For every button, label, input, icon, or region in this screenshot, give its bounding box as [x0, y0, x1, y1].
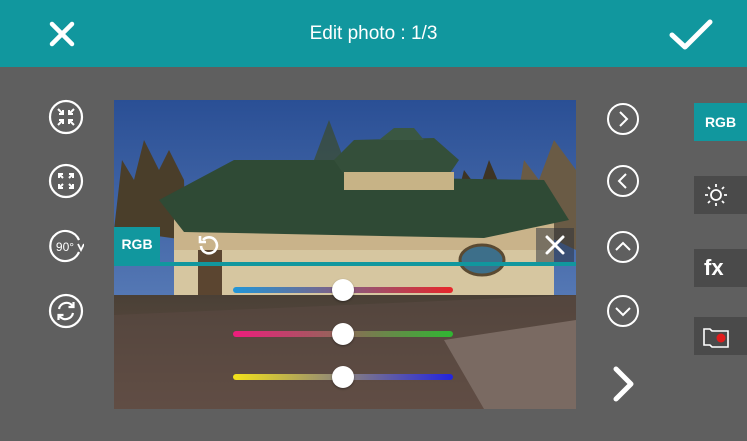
chevron-up-icon[interactable] — [606, 230, 640, 264]
close-panel-icon[interactable] — [536, 228, 574, 262]
rotate-90-label: 90° — [56, 240, 74, 254]
photo-canvas[interactable] — [114, 100, 576, 409]
refresh-icon[interactable] — [48, 293, 84, 329]
slider-knob-magenta-green[interactable] — [332, 323, 354, 345]
confirm-check-icon[interactable] — [668, 18, 714, 52]
chevron-down-icon[interactable] — [606, 294, 640, 328]
chevron-left-icon[interactable] — [606, 164, 640, 198]
next-arrow-icon[interactable] — [608, 365, 638, 403]
rgb-tab[interactable]: RGB — [114, 227, 160, 262]
expand-arrows-icon[interactable] — [48, 163, 84, 199]
rotate-90-icon: 90° — [49, 229, 85, 263]
slider-knob-cyan-red[interactable] — [332, 279, 354, 301]
panel-divider — [114, 262, 576, 266]
brightness-button[interactable] — [694, 176, 747, 214]
slider-knob-yellow-blue[interactable] — [332, 366, 354, 388]
rgb-mode-button[interactable]: RGB — [694, 103, 747, 141]
sun-icon — [705, 184, 727, 206]
page-title: Edit photo : 1/3 — [309, 23, 438, 44]
collapse-arrows-icon[interactable] — [48, 99, 84, 135]
record-icon — [703, 328, 729, 348]
record-button[interactable] — [694, 317, 747, 355]
reset-icon[interactable] — [196, 232, 222, 258]
close-icon[interactable] — [48, 20, 76, 48]
chevron-right-icon[interactable] — [606, 102, 640, 136]
rotate-90-button[interactable]: 90° — [48, 228, 85, 264]
effects-button[interactable]: fx — [694, 249, 747, 287]
